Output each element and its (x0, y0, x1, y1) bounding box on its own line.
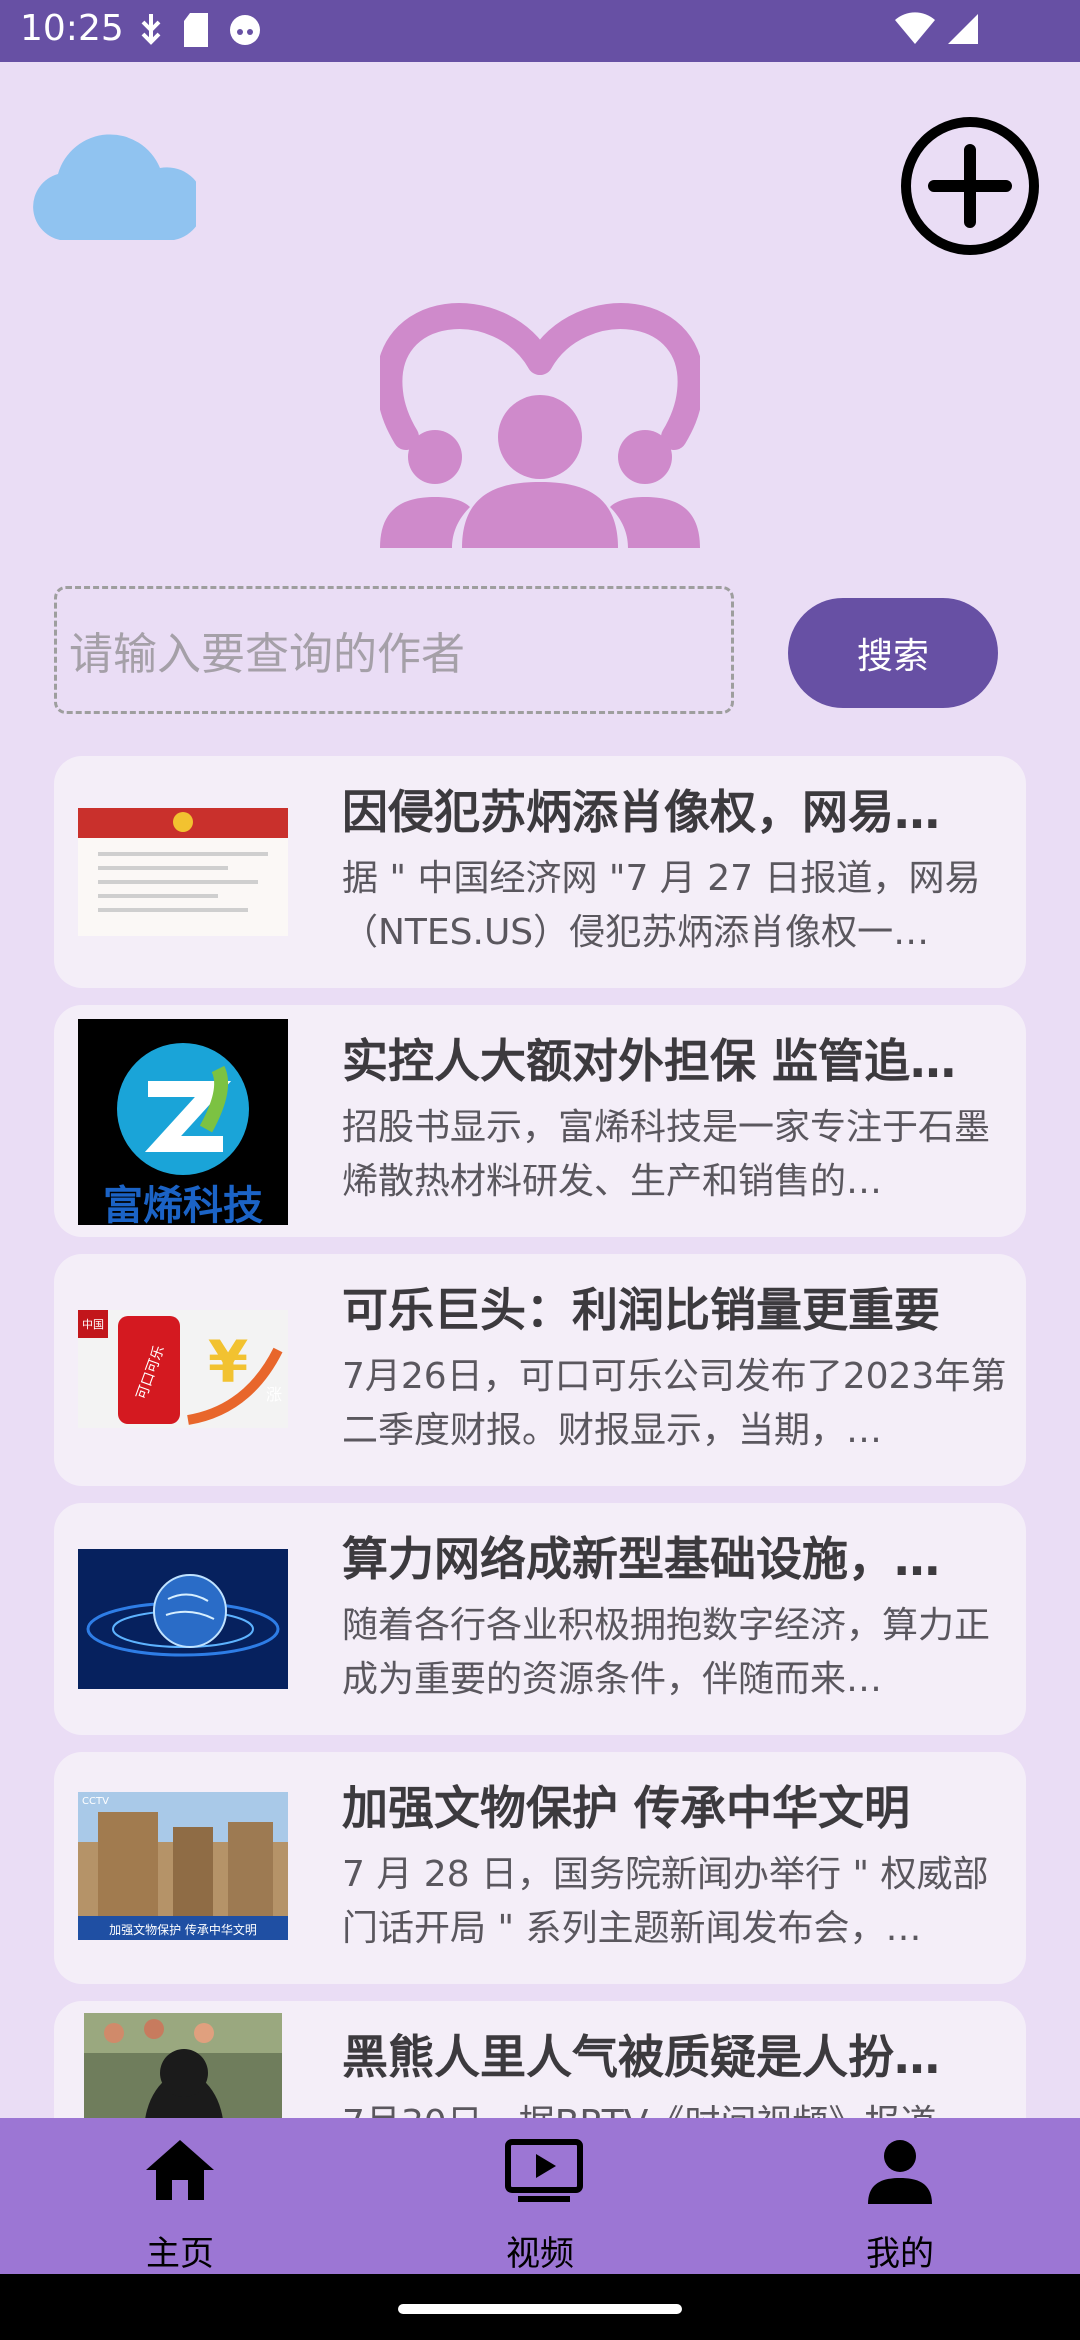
news-card[interactable]: 中国 可口可乐 ¥ 涨 可乐巨头：利润比销量更重要 7月26日，可口可乐公司发布… (54, 1254, 1026, 1486)
news-title: 实控人大额对外担保 监管追… (342, 1034, 957, 1088)
app-logo-icon (380, 303, 700, 548)
thumb-cctv: CCTV (82, 1796, 109, 1807)
usb-debug-icon (141, 14, 161, 45)
news-desc: 7月26日，可口可乐公司发布了2023年第二季度财报。财报显示，当期，… (342, 1356, 1007, 1451)
news-thumbnail: 中国 可口可乐 ¥ 涨 (78, 1310, 288, 1428)
news-desc: 据 " 中国经济网 "7 月 27 日报道，网易（NTES.US）侵犯苏炳添肖像… (342, 858, 981, 953)
news-card[interactable]: 富烯科技 实控人大额对外担保 监管追… 招股书显示，富烯科技是一家专注于石墨烯散… (54, 1005, 1026, 1237)
news-thumbnail (78, 1549, 288, 1689)
nav-label-home: 主页 (146, 2234, 214, 2274)
status-left-icons (138, 12, 262, 48)
news-thumbnail (84, 2013, 282, 2118)
news-title: 可乐巨头：利润比销量更重要 (342, 1283, 940, 1337)
cloud-icon[interactable] (24, 128, 196, 244)
gesture-handle[interactable] (398, 2304, 682, 2314)
news-thumbnail (78, 808, 288, 936)
news-thumbnail: 富烯科技 (78, 1019, 288, 1225)
wifi-icon (895, 12, 935, 44)
news-list[interactable]: 因侵犯苏炳添肖像权，网易… 据 " 中国经济网 "7 月 27 日报道，网易（N… (54, 756, 1026, 2118)
thumb-fuxi-text: 富烯科技 (103, 1183, 263, 1225)
news-title: 加强文物保护 传承中华文明 (342, 1781, 911, 1835)
home-icon (146, 2140, 214, 2200)
nav-item-profile[interactable]: 我的 (780, 2118, 1020, 2274)
nav-item-home[interactable]: 主页 (60, 2118, 300, 2274)
status-bar: 10:25 (0, 0, 1080, 62)
thumb-zhang: 涨 (266, 1385, 282, 1404)
news-desc: 7 月 28 日，国务院新闻办举行 " 权威部门话开局 " 系列主题新闻发布会，… (342, 1854, 989, 1949)
nav-label-video: 视频 (506, 2234, 574, 2274)
news-card[interactable]: 算力网络成新型基础设施，… 随着各行各业积极拥抱数字经济，算力正成为重要的资源条… (54, 1503, 1026, 1735)
video-icon (505, 2139, 583, 2202)
news-thumbnail: CCTV 加强文物保护 传承中华文明 (78, 1792, 288, 1940)
author-search-input[interactable]: 请输入要查询的作者 (54, 586, 734, 714)
news-card[interactable]: 因侵犯苏炳添肖像权，网易… 据 " 中国经济网 "7 月 27 日报道，网易（N… (54, 756, 1026, 988)
signal-icon (948, 14, 978, 44)
news-desc: 7月30日，据BRTV《时间视频》报道，… (342, 2097, 1012, 2118)
thumb-cola-badge: 中国 (82, 1318, 104, 1331)
search-placeholder: 请输入要查询的作者 (69, 629, 465, 680)
news-card[interactable]: CCTV 加强文物保护 传承中华文明 加强文物保护 传承中华文明 7 月 28 … (54, 1752, 1026, 1984)
news-desc: 招股书显示，富烯科技是一家专注于石墨烯散热材料研发、生产和销售的… (342, 1107, 991, 1202)
nav-label-profile: 我的 (866, 2234, 934, 2274)
status-time: 10:25 (20, 8, 124, 49)
news-card[interactable]: 黑熊人里人气被质疑是人扮… 7月30日，据BRTV《时间视频》报道，… (54, 2001, 1026, 2118)
news-title: 因侵犯苏炳添肖像权，网易… (342, 785, 940, 839)
news-desc: 随着各行各业积极拥抱数字经济，算力正成为重要的资源条件，伴随而来… (342, 1605, 991, 1700)
news-title: 算力网络成新型基础设施，… (342, 1532, 940, 1586)
thumb-relic-caption: 加强文物保护 传承中华文明 (109, 1922, 257, 1937)
nav-item-video[interactable]: 视频 (420, 2118, 660, 2274)
status-right-icons (894, 12, 980, 46)
add-button[interactable] (898, 114, 1042, 258)
sd-card-icon (184, 13, 208, 47)
bottom-nav: 主页 视频 我的 (0, 2118, 1080, 2274)
android-icon (230, 15, 260, 45)
search-button[interactable]: 搜索 (788, 598, 998, 708)
person-icon (868, 2140, 932, 2204)
news-title: 黑熊人里人气被质疑是人扮… (342, 2030, 940, 2084)
thumb-yen: ¥ (208, 1328, 248, 1396)
